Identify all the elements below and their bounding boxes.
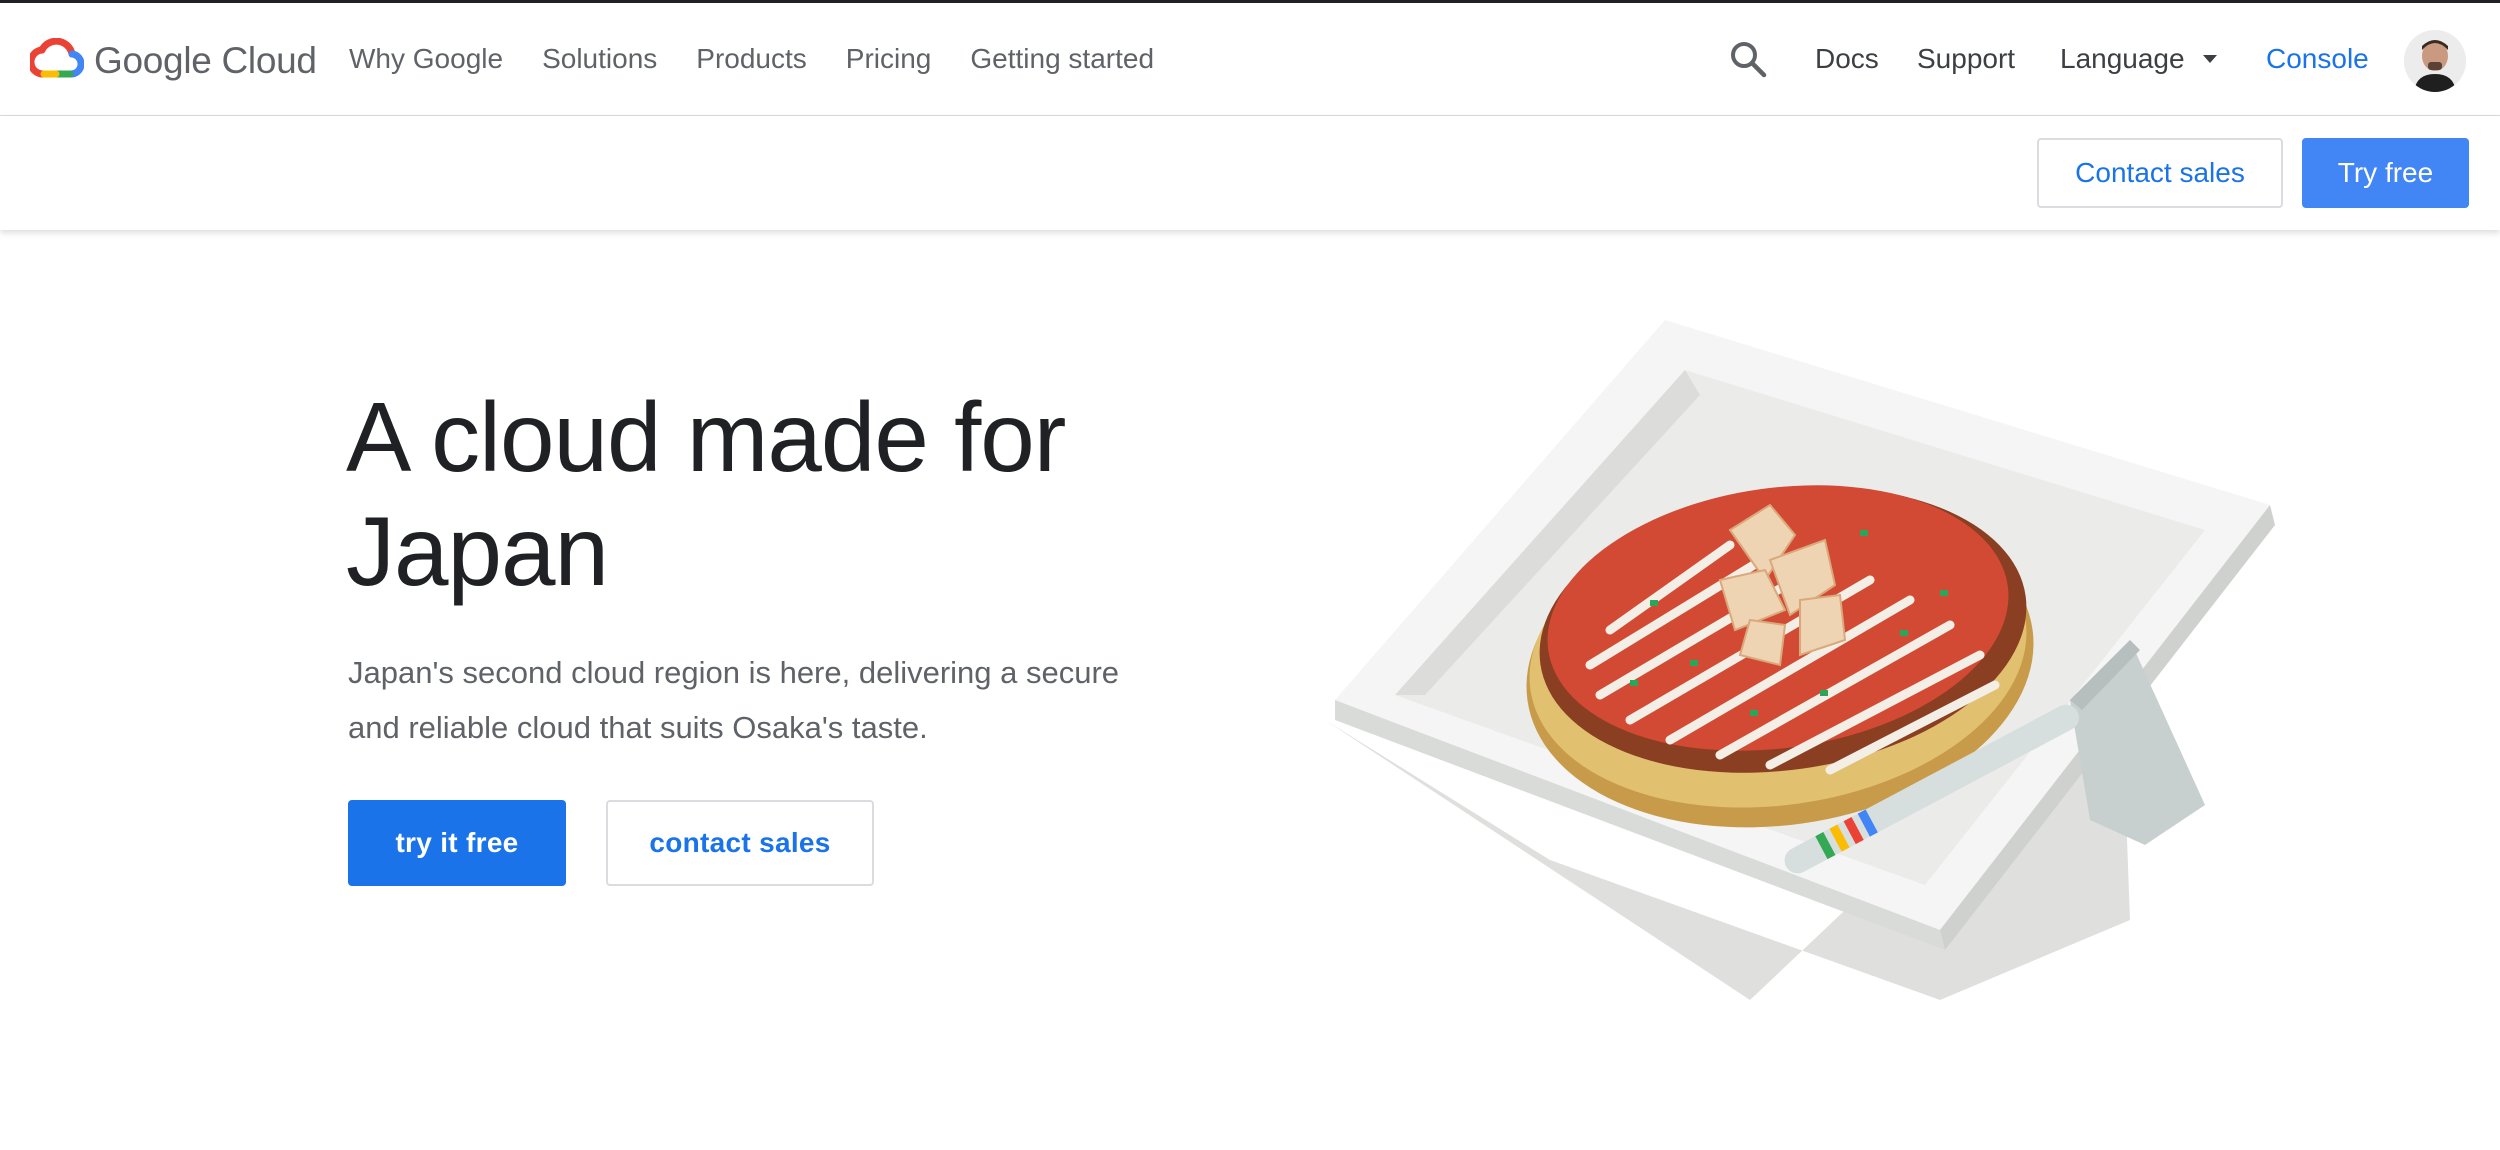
caret-down-icon [2202, 55, 2217, 63]
nav-getting-started[interactable]: Getting started [970, 43, 1154, 75]
console-link[interactable]: Console [2266, 43, 2369, 75]
nav-solutions[interactable]: Solutions [542, 43, 657, 75]
contact-sales-button[interactable]: Contact sales [2037, 138, 2283, 208]
top-navigation-bar: Google Cloud Why Google Solutions Produc… [0, 0, 2500, 116]
language-selector[interactable]: Language [2060, 43, 2217, 75]
search-icon[interactable] [1728, 39, 1768, 79]
hero-title-line-1: A cloud made for [346, 382, 1066, 492]
google-cloud-logo-icon [27, 37, 85, 85]
hero-title: A cloud made for Japan [346, 380, 1146, 608]
hero-subtitle-line-1: Japan's second cloud region is here, del… [348, 655, 1120, 690]
google-cloud-logo[interactable]: Google Cloud [27, 36, 317, 86]
cta-bar: Contact sales Try free [0, 116, 2500, 230]
language-label: Language [2060, 43, 2185, 74]
user-avatar[interactable] [2404, 30, 2466, 92]
hero-subtitle: Japan's second cloud region is here, del… [348, 645, 1148, 755]
try-it-free-button[interactable]: try it free [348, 800, 566, 886]
nav-pricing[interactable]: Pricing [846, 43, 932, 75]
nav-docs[interactable]: Docs [1815, 43, 1879, 75]
nav-why-google[interactable]: Why Google [349, 43, 503, 75]
nav-support[interactable]: Support [1917, 43, 2015, 75]
hero-subtitle-line-2: and reliable cloud that suits Osaka's ta… [348, 710, 928, 745]
try-free-button[interactable]: Try free [2302, 138, 2469, 208]
hero-title-line-2: Japan [346, 496, 609, 606]
contact-sales-hero-button[interactable]: contact sales [606, 800, 874, 886]
logo-text: Google Cloud [94, 40, 317, 81]
okonomiyaki-illustration [1300, 300, 2280, 1020]
nav-products[interactable]: Products [696, 43, 807, 75]
primary-nav: Why Google Solutions Products Pricing Ge… [349, 43, 1193, 75]
